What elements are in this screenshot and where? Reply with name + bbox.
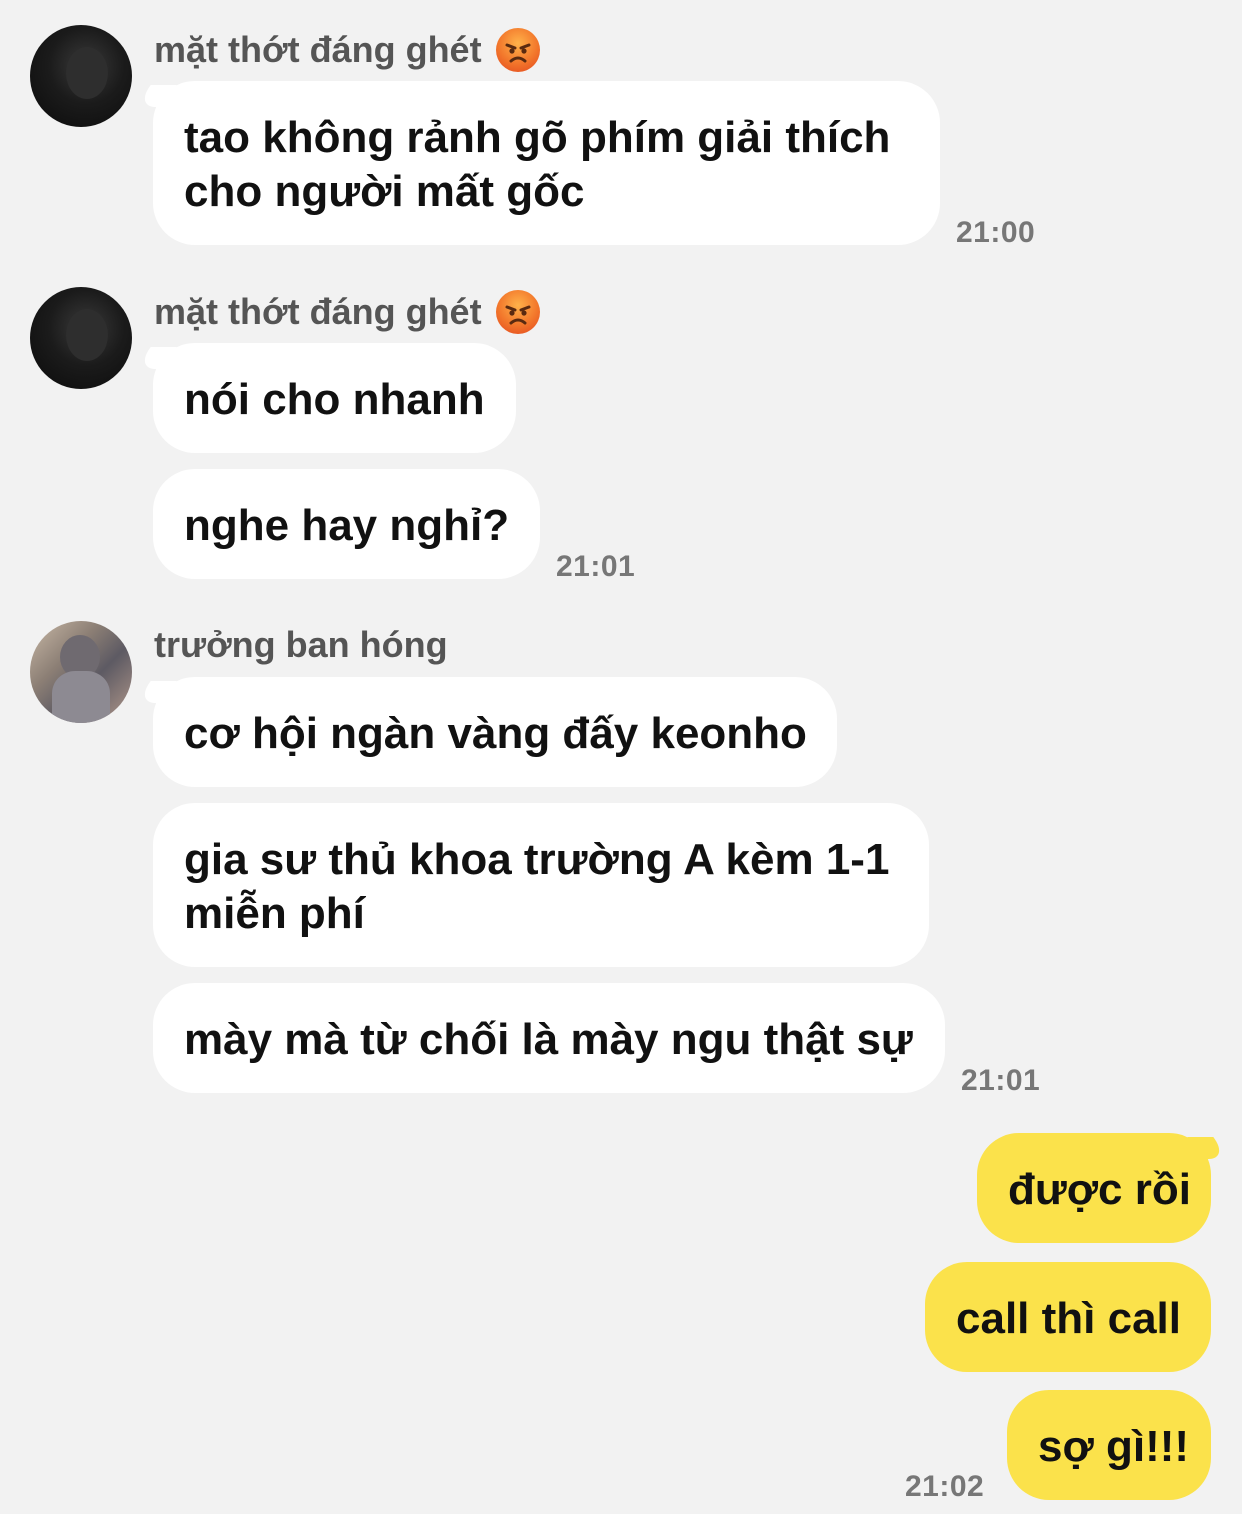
message-time: 21:02: [905, 1470, 985, 1503]
message-text: nói cho nhanh: [184, 375, 485, 424]
sender-name: trưởng ban hóng: [154, 624, 448, 665]
message-bubble[interactable]: nói cho nhanh: [153, 343, 516, 453]
message-text: nghe hay nghỉ?: [184, 501, 510, 550]
my-message-bubble[interactable]: call thì call: [925, 1262, 1211, 1372]
message-bubble[interactable]: mày mà từ chối là mày ngu thật sự: [153, 983, 945, 1093]
sender-name: mặt thớt đáng ghét: [154, 290, 540, 334]
message-text: call thì call: [956, 1294, 1181, 1343]
message-time: 21:00: [956, 216, 1036, 249]
message-bubble[interactable]: tao không rảnh gõ phím giải thích cho ng…: [153, 81, 940, 245]
angry-face-icon: [495, 28, 540, 72]
angry-face-icon: [495, 290, 540, 334]
avatar[interactable]: [30, 287, 132, 389]
message-bubble[interactable]: cơ hội ngàn vàng đấy keonho: [153, 677, 837, 787]
message-bubble[interactable]: gia sư thủ khoa trường A kèm 1-1 miễn ph…: [153, 803, 929, 967]
message-bubble[interactable]: nghe hay nghỉ?: [153, 469, 540, 579]
message-time: 21:01: [556, 550, 636, 583]
message-text: tao không rảnh gõ phím giải thích cho ng…: [184, 113, 891, 216]
avatar[interactable]: [30, 25, 132, 127]
message-time: 21:01: [961, 1064, 1041, 1097]
message-text: sợ gì!!!: [1038, 1422, 1190, 1471]
message-text: mày mà từ chối là mày ngu thật sự: [184, 1015, 913, 1064]
sender-name: mặt thớt đáng ghét: [154, 28, 540, 72]
my-message-bubble[interactable]: được rồi: [977, 1133, 1211, 1243]
message-text: gia sư thủ khoa trường A kèm 1-1 miễn ph…: [184, 835, 890, 938]
my-message-bubble[interactable]: sợ gì!!!: [1007, 1390, 1211, 1500]
avatar[interactable]: [30, 621, 132, 723]
message-text: cơ hội ngàn vàng đấy keonho: [184, 709, 807, 758]
message-text: được rồi: [1008, 1165, 1191, 1214]
